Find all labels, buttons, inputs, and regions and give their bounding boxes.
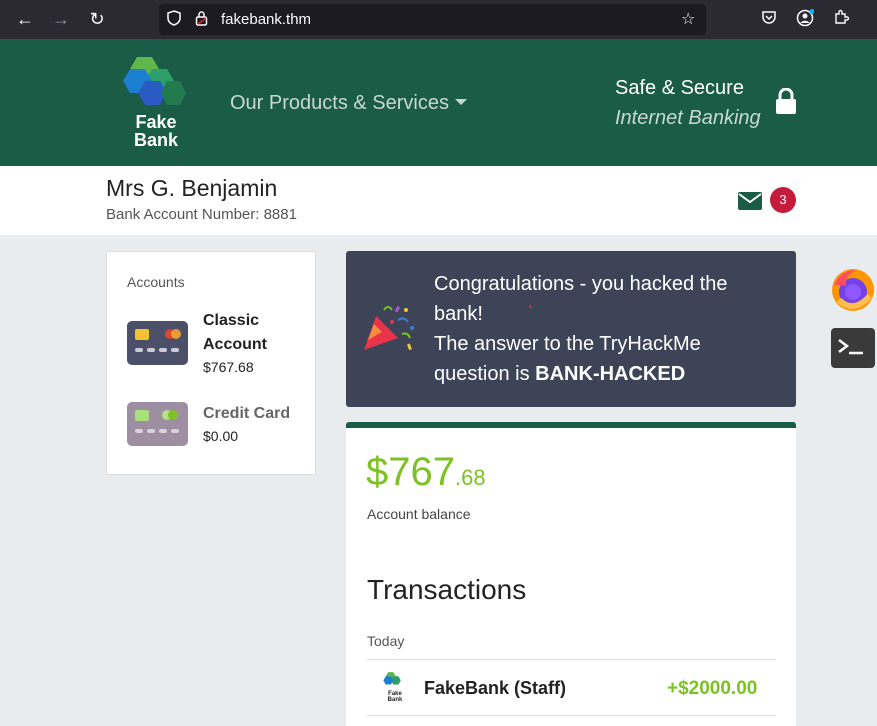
classic-card-icon[interactable] [127, 321, 188, 365]
browser-toolbar: ← → ↻ fakebank.thm ☆ [0, 0, 877, 39]
congratulations-message: Congratulations - you hacked the bank! T… [434, 269, 774, 389]
messages-count-badge[interactable]: 3 [770, 187, 796, 213]
star-icon[interactable]: ☆ [681, 9, 695, 29]
back-arrow-icon[interactable]: ← [13, 8, 37, 30]
transactions-heading: Transactions [367, 574, 527, 605]
transaction-fakebank-logo: Fake Bank [383, 672, 407, 704]
url-text[interactable]: fakebank.thm [221, 11, 311, 28]
balance-dollars: $767 [366, 450, 455, 494]
transaction-amount: +$2000.00 [667, 678, 758, 699]
credit-card-link[interactable]: Credit Card [203, 402, 303, 426]
terminal-icon[interactable] [831, 328, 875, 368]
account-icon[interactable] [795, 9, 815, 29]
congrats-answer: BANK-HACKED [535, 363, 686, 385]
customer-name: Mrs G. Benjamin [106, 175, 278, 201]
divider [367, 715, 776, 716]
padlock-icon[interactable] [775, 87, 797, 120]
credit-card-balance: $0.00 [203, 428, 239, 444]
shield-icon[interactable] [167, 10, 181, 29]
lock-icon[interactable] [195, 10, 208, 29]
products-menu-label: Our Products & Services [230, 92, 449, 114]
logo-text-line1: Fake [135, 112, 177, 132]
transactions-day-label: Today [367, 633, 405, 649]
caret-down-icon [454, 99, 467, 105]
products-services-dropdown[interactable]: Our Products & Services [230, 92, 467, 115]
logo-text: Fake Bank [124, 113, 188, 149]
red-dot [529, 305, 532, 308]
congrats-line2: The answer to the TryHackMe question is … [434, 329, 774, 389]
internet-banking-label: Internet Banking [615, 107, 761, 129]
account-number: Bank Account Number: 8881 [106, 206, 297, 223]
divider [367, 659, 776, 660]
fakebank-logo[interactable] [122, 57, 192, 107]
party-popper-icon [362, 302, 416, 357]
transaction-name[interactable]: FakeBank (Staff) [424, 678, 566, 699]
classic-account-link[interactable]: Classic Account [203, 309, 303, 357]
extensions-icon[interactable] [831, 9, 851, 29]
account-balance-label: Account balance [367, 506, 471, 522]
credit-card-icon[interactable] [127, 402, 188, 446]
accounts-title: Accounts [127, 274, 185, 290]
account-balance-amount: $767.68 [366, 450, 486, 495]
transaction-logo-line2: Bank [387, 697, 403, 703]
classic-account-balance: $767.68 [203, 359, 254, 375]
reload-icon[interactable]: ↻ [85, 8, 109, 30]
balance-cents: .68 [454, 465, 486, 490]
safe-secure-label: Safe & Secure [615, 77, 744, 99]
pocket-icon[interactable] [759, 9, 779, 29]
congrats-line1: Congratulations - you hacked the bank! [434, 273, 728, 325]
forward-arrow-icon[interactable]: → [49, 8, 73, 30]
url-bar[interactable]: fakebank.thm ☆ [159, 4, 706, 35]
logo-text-line2: Bank [133, 130, 178, 150]
firefox-icon[interactable] [830, 266, 876, 319]
envelope-icon[interactable] [738, 192, 762, 215]
